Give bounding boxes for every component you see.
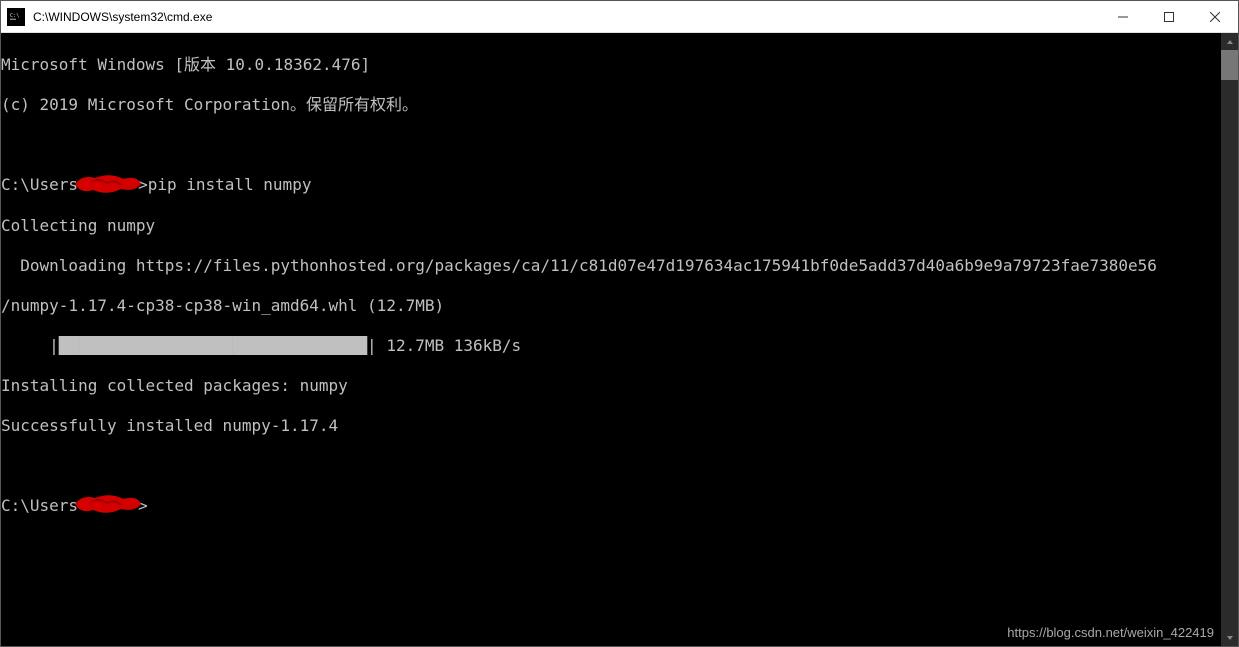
- terminal-line: /numpy-1.17.4-cp38-cp38-win_amd64.whl (1…: [1, 296, 1221, 316]
- terminal-area[interactable]: Microsoft Windows [版本 10.0.18362.476] (c…: [1, 33, 1238, 646]
- cmd-icon: C:\: [7, 8, 25, 26]
- prompt-path-prefix: C:\Users: [1, 175, 78, 194]
- minimize-button[interactable]: [1100, 1, 1146, 32]
- progress-stats: | 12.7MB 136kB/s: [367, 336, 521, 355]
- window-controls: [1100, 1, 1238, 32]
- terminal-prompt-line: C:\Users>: [1, 496, 1221, 517]
- terminal-content[interactable]: Microsoft Windows [版本 10.0.18362.476] (c…: [1, 33, 1221, 646]
- progress-prefix: |: [1, 336, 59, 355]
- terminal-line: Collecting numpy: [1, 216, 1221, 236]
- redacted-username: [78, 496, 138, 516]
- progress-line: |████████████████████████████████| 12.7M…: [1, 336, 1221, 356]
- svg-text:C:\: C:\: [10, 13, 19, 19]
- terminal-line: Successfully installed numpy-1.17.4: [1, 416, 1221, 436]
- close-button[interactable]: [1192, 1, 1238, 32]
- command-text: >pip install numpy: [138, 175, 311, 194]
- terminal-line: Microsoft Windows [版本 10.0.18362.476]: [1, 55, 1221, 75]
- maximize-button[interactable]: [1146, 1, 1192, 32]
- redacted-username: [78, 176, 138, 196]
- terminal-prompt-line: C:\Users >pip install numpy: [1, 175, 1221, 196]
- progress-bar: ████████████████████████████████: [59, 336, 367, 355]
- window-title: C:\WINDOWS\system32\cmd.exe: [33, 10, 1100, 24]
- scroll-down-button[interactable]: [1221, 629, 1238, 646]
- scroll-up-button[interactable]: [1221, 33, 1238, 50]
- vertical-scrollbar[interactable]: [1221, 33, 1238, 646]
- titlebar: C:\ C:\WINDOWS\system32\cmd.exe: [1, 1, 1238, 33]
- cmd-window: C:\ C:\WINDOWS\system32\cmd.exe Microsof…: [0, 0, 1239, 647]
- terminal-line: [1, 135, 1221, 155]
- scroll-track[interactable]: [1221, 50, 1238, 629]
- scroll-thumb[interactable]: [1221, 50, 1238, 80]
- terminal-line: (c) 2019 Microsoft Corporation。保留所有权利。: [1, 95, 1221, 115]
- terminal-line: Installing collected packages: numpy: [1, 376, 1221, 396]
- terminal-line: Downloading https://files.pythonhosted.o…: [1, 256, 1221, 276]
- terminal-line: [1, 456, 1221, 476]
- prompt-path-prefix: C:\Users: [1, 496, 78, 515]
